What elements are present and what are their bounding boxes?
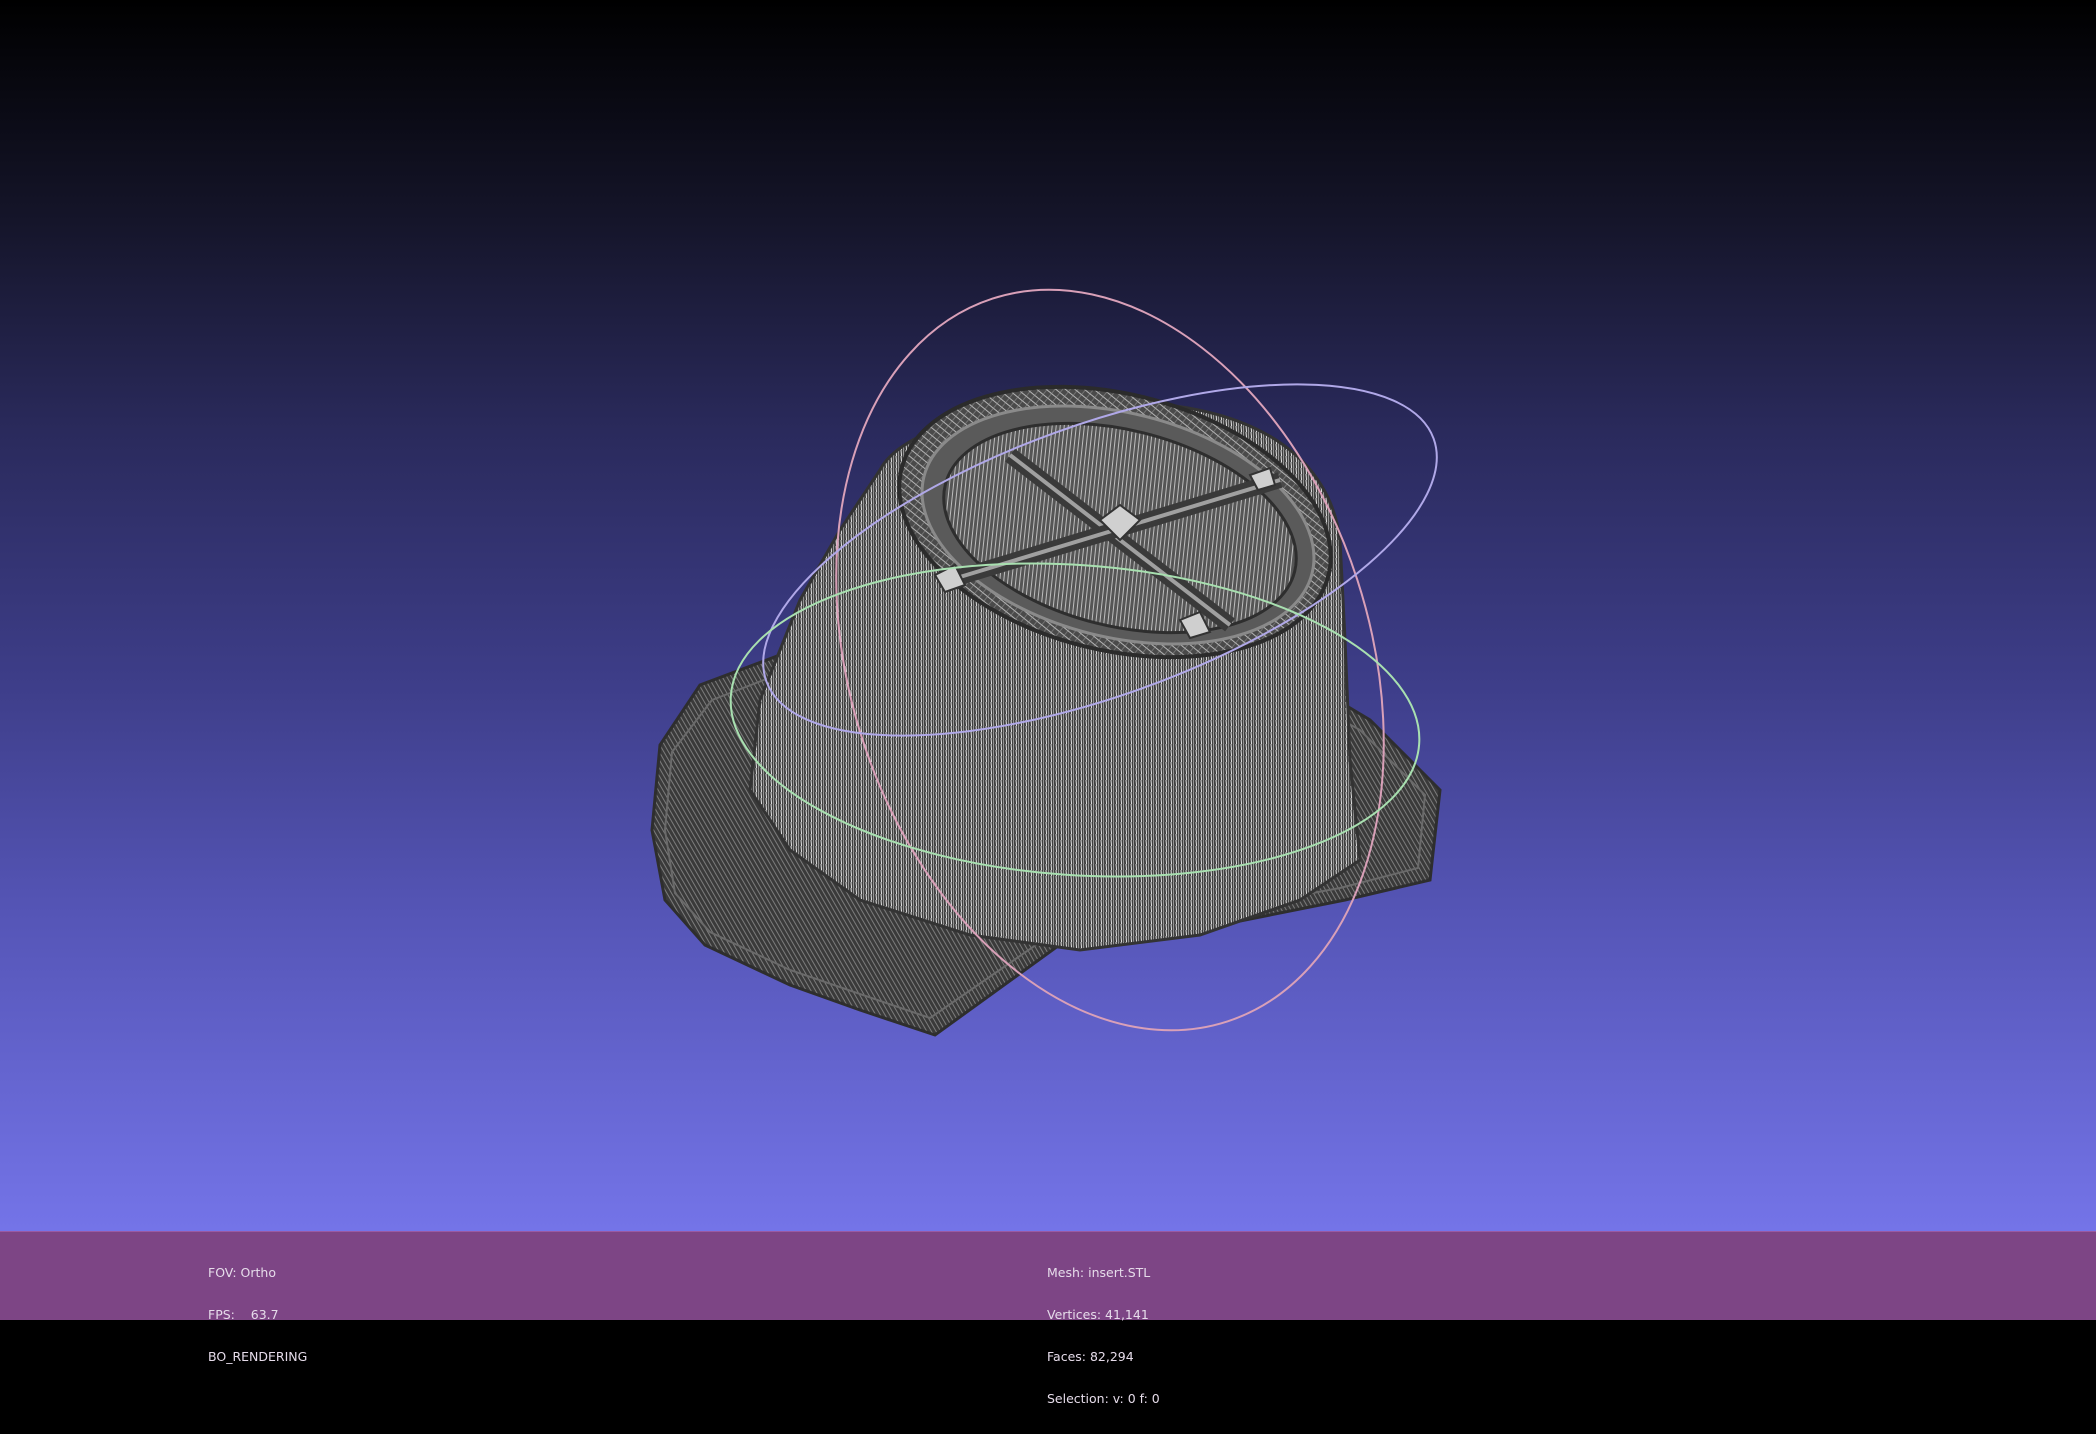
fov-label: FOV: Ortho bbox=[208, 1265, 276, 1280]
render-info: FOV: Ortho FPS: 63.7 BO_RENDERING bbox=[208, 1238, 307, 1392]
mesh-scene[interactable] bbox=[0, 0, 2096, 1231]
status-bar: FOV: Ortho FPS: 63.7 BO_RENDERING Mesh: … bbox=[0, 1231, 2096, 1406]
3d-viewport[interactable] bbox=[0, 0, 2096, 1231]
mesh-name-label: Mesh: insert.STL bbox=[1047, 1265, 1151, 1280]
selection-label: Selection: v: 0 f: 0 bbox=[1047, 1391, 1160, 1406]
faces-label: Faces: 82,294 bbox=[1047, 1349, 1134, 1364]
render-mode-label: BO_RENDERING bbox=[208, 1349, 308, 1364]
mesh-info: Mesh: insert.STL Vertices: 41,141 Faces:… bbox=[1047, 1238, 1160, 1434]
